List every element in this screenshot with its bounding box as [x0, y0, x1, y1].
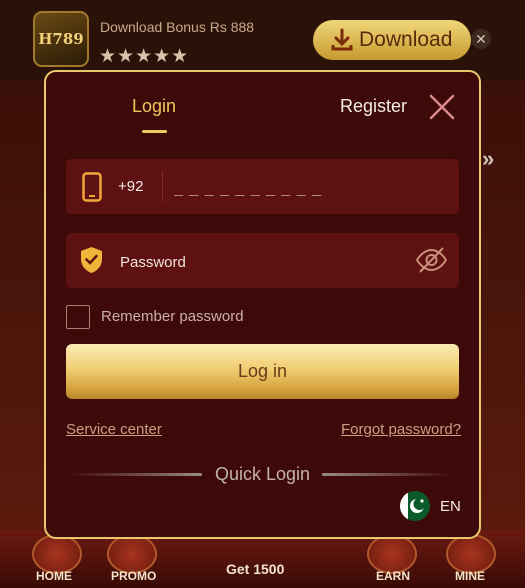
download-button[interactable]: Download — [313, 20, 471, 60]
remember-checkbox[interactable] — [66, 305, 90, 329]
app-logo: H789 — [33, 11, 89, 67]
nav-get-label: Get 1500 — [226, 561, 285, 577]
background-decoration — [0, 80, 44, 530]
bonus-text: Download Bonus Rs 888 — [100, 19, 255, 35]
download-label: Download — [359, 28, 453, 51]
login-button[interactable]: Log in — [66, 344, 459, 399]
quick-login-heading: Quick Login — [215, 464, 311, 484]
quick-login-divider-left — [70, 473, 202, 476]
nav-home-label: HOME — [36, 569, 72, 583]
nav-mine-label: MINE — [455, 569, 485, 583]
active-tab-indicator — [142, 130, 167, 133]
nav-earn-label: EARN — [376, 569, 411, 583]
phone-icon — [82, 172, 102, 202]
close-icon[interactable] — [428, 93, 456, 121]
forgot-password-link[interactable]: Forgot password? — [341, 421, 461, 438]
home-icon[interactable] — [32, 534, 82, 574]
eye-off-icon[interactable] — [414, 245, 449, 275]
remember-label: Remember password — [101, 308, 244, 325]
quick-login-divider-right — [322, 473, 455, 476]
field-divider — [162, 171, 163, 202]
mine-icon[interactable] — [446, 534, 496, 574]
phone-input[interactable] — [172, 176, 446, 202]
shield-check-icon — [81, 247, 102, 273]
nav-promo-label: PROMO — [111, 569, 157, 583]
earn-icon[interactable] — [367, 534, 417, 574]
language-label[interactable]: EN — [440, 498, 461, 515]
download-icon — [331, 28, 353, 51]
password-input[interactable] — [118, 250, 402, 274]
pakistan-flag-icon[interactable] — [400, 491, 430, 521]
rating-stars: ★★★★★ — [99, 46, 190, 67]
close-ad-icon[interactable]: ✕ — [471, 29, 491, 49]
tab-login[interactable]: Login — [132, 96, 176, 117]
promo-icon[interactable] — [107, 534, 157, 574]
tab-register[interactable]: Register — [340, 96, 407, 117]
side-arrow-icon: » — [482, 146, 495, 171]
service-center-link[interactable]: Service center — [66, 421, 162, 438]
country-code[interactable]: +92 — [118, 178, 143, 195]
